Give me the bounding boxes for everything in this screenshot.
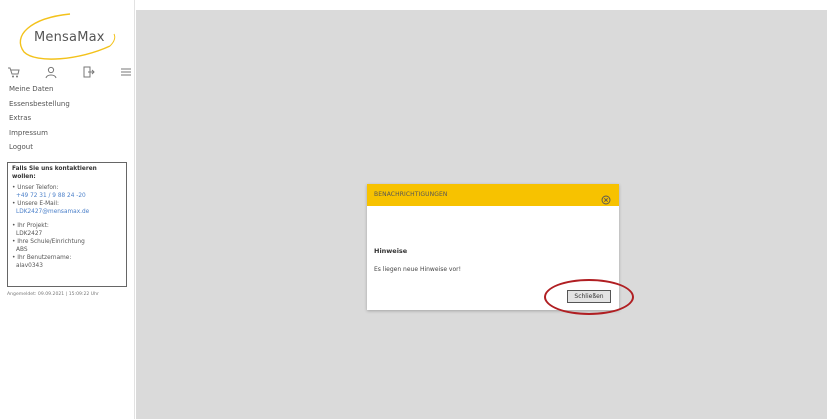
project-label: • Ihr Projekt: <box>12 223 49 229</box>
main-menu: Meine Daten Essensbestellung Extras Impr… <box>9 82 70 155</box>
username-value: alav0343 <box>16 263 43 269</box>
user-icon[interactable] <box>44 64 58 79</box>
menu-item-impressum[interactable]: Impressum <box>9 126 70 141</box>
school-label: • Ihre Schule/Einrichtung <box>12 239 85 245</box>
dialog-message: Es liegen neue Hinweise vor! <box>374 266 462 273</box>
phone-label: • Unser Telefon: <box>12 185 59 191</box>
logout-icon[interactable] <box>82 64 96 78</box>
menu-item-meine-daten[interactable]: Meine Daten <box>9 82 70 97</box>
close-circle-icon[interactable] <box>601 190 611 205</box>
menu-icon[interactable] <box>119 64 133 78</box>
menu-item-essensbestellung[interactable]: Essensbestellung <box>9 97 70 112</box>
dialog-title: BENACHRICHTIGUNGEN <box>374 191 448 198</box>
username-label: • Ihr Benutzername: <box>12 255 72 261</box>
dialog-header: BENACHRICHTIGUNGEN <box>367 184 619 206</box>
email-link[interactable]: LDK2427@mensamax.de <box>16 208 122 216</box>
menu-item-logout[interactable]: Logout <box>9 140 70 155</box>
icon-bar <box>7 64 133 79</box>
contact-title: Falls Sie uns kontaktieren wollen: <box>12 166 97 180</box>
logo-text: MensaMax <box>34 30 105 45</box>
cart-icon[interactable] <box>7 64 21 78</box>
school-value: ABS <box>16 247 28 253</box>
login-info: Angemeldet: 09.09.2021 | 15:09:22 Uhr <box>7 292 99 297</box>
phone-link[interactable]: +49 72 31 / 9 88 24 -20 <box>16 192 122 200</box>
email-label: • Unsere E-Mail: <box>12 201 59 207</box>
highlight-ring <box>544 279 634 315</box>
mensamax-logo[interactable]: MensaMax <box>10 12 120 62</box>
menu-item-extras[interactable]: Extras <box>9 111 70 126</box>
contact-box: Falls Sie uns kontaktieren wollen: • Uns… <box>7 162 127 287</box>
sidebar: MensaMax Meine Daten Essensbestellung Ex… <box>0 0 135 419</box>
dialog-heading: Hinweise <box>374 247 408 255</box>
project-value: LDK2427 <box>16 231 43 237</box>
